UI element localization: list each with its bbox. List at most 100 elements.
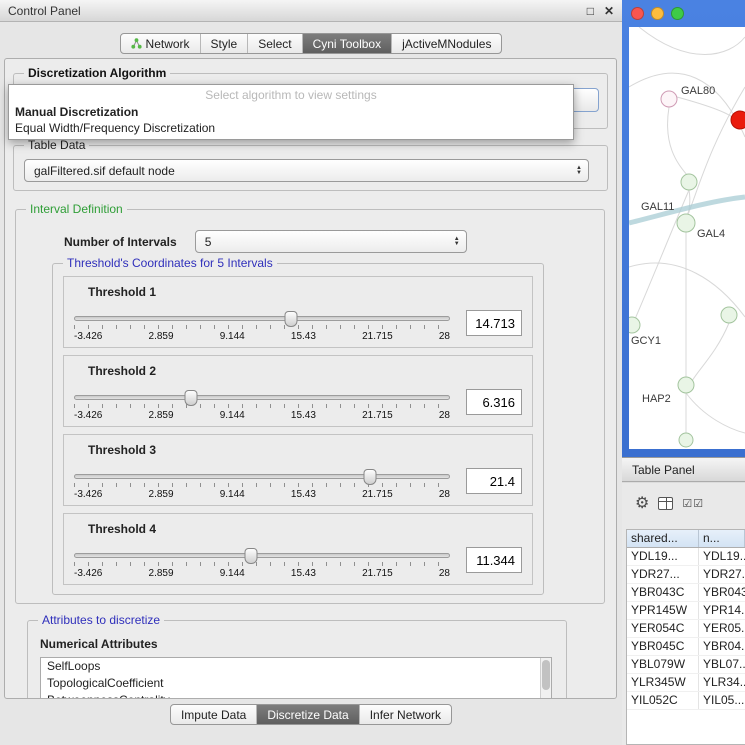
threshold-3-slider[interactable]: -3.4262.8599.14415.4321.71528 — [74, 467, 450, 500]
threshold-1-slider[interactable]: -3.4262.8599.14415.4321.71528 — [74, 309, 450, 342]
slider-ticks — [74, 483, 450, 487]
slider-thumb[interactable] — [364, 469, 377, 485]
tab-cyni-toolbox[interactable]: Cyni Toolbox — [303, 34, 392, 53]
column-header-name[interactable]: n... — [699, 530, 745, 547]
window-controls — [631, 7, 684, 20]
cell: YIL052C — [627, 692, 699, 709]
node-gcy1[interactable] — [629, 317, 640, 333]
list-item[interactable]: BetweennessCentrality — [41, 692, 551, 699]
cell: YBR045C — [627, 638, 699, 655]
scale-label: 21.715 — [362, 489, 393, 500]
window-close-button[interactable] — [631, 7, 644, 20]
table-row[interactable]: YBR045CYBR04... — [627, 638, 745, 656]
attributes-list[interactable]: SelfLoops TopologicalCoefficient Between… — [40, 657, 552, 699]
threshold-3-panel: Threshold 3 -3.4262.8599.14415.4321.7152… — [63, 434, 533, 506]
tab-infer-network[interactable]: Infer Network — [360, 705, 451, 724]
network-canvas[interactable]: GAL80 GAL11 GAL4 GCY1 HAP2 — [629, 27, 745, 449]
slider-track[interactable] — [74, 316, 450, 321]
bottom-tab-bar: Impute Data Discretize Data Infer Networ… — [0, 704, 622, 725]
tab-label: Style — [211, 37, 238, 51]
table-data-combobox[interactable]: galFiltered.sif default node ▲▼ — [24, 159, 589, 182]
network-window: GAL80 GAL11 GAL4 GCY1 HAP2 — [622, 0, 745, 457]
close-panel-button[interactable]: ✕ — [604, 4, 614, 18]
table-row[interactable]: YBL079WYBL07... — [627, 656, 745, 674]
tab-style[interactable]: Style — [201, 34, 249, 53]
table-data-group: Table Data galFiltered.sif default node … — [13, 145, 608, 191]
node-unlabeled[interactable] — [721, 307, 737, 323]
tab-impute-data[interactable]: Impute Data — [171, 705, 257, 724]
dropdown-option-equal-width-frequency[interactable]: Equal Width/Frequency Discretization — [9, 120, 573, 136]
slider-track[interactable] — [74, 474, 450, 479]
slider-track[interactable] — [74, 553, 450, 558]
column-header-shared-name[interactable]: shared... — [627, 530, 699, 547]
cell: YER05... — [699, 620, 745, 637]
table-row[interactable]: YIL052CYIL05... — [627, 692, 745, 710]
cell: YPR145W — [627, 602, 699, 619]
group-label: Discretization Algorithm — [24, 66, 170, 80]
cell: YDR27... — [627, 566, 699, 583]
node-gal80[interactable] — [661, 91, 677, 107]
cell: YIL05... — [699, 692, 745, 709]
vertical-scrollbar[interactable] — [540, 658, 551, 699]
table-row[interactable]: YPR145WYPR14... — [627, 602, 745, 620]
slider-thumb[interactable] — [244, 548, 257, 564]
threshold-3-value-input[interactable] — [466, 468, 522, 494]
node-hap2[interactable] — [678, 377, 694, 393]
window-minimize-button[interactable] — [651, 7, 664, 20]
group-label: Threshold's Coordinates for 5 Intervals — [63, 256, 277, 270]
cell: YER054C — [627, 620, 699, 637]
scale-label: 9.144 — [220, 410, 245, 421]
table-row[interactable]: YDR27...YDR27... — [627, 566, 745, 584]
combobox-value: galFiltered.sif default node — [34, 164, 576, 178]
tab-jactivemodules[interactable]: jActiveMNodules — [392, 34, 501, 53]
threshold-1-value-input[interactable] — [466, 310, 522, 336]
tab-label: Cyni Toolbox — [313, 37, 381, 51]
num-intervals-combobox[interactable]: 5 ▲▼ — [195, 230, 467, 253]
threshold-label: Threshold 4 — [88, 522, 524, 536]
tab-network[interactable]: Network — [121, 34, 201, 53]
threshold-2-slider[interactable]: -3.4262.8599.14415.4321.71528 — [74, 388, 450, 421]
threshold-4-value-input[interactable] — [466, 547, 522, 573]
slider-thumb[interactable] — [184, 390, 197, 406]
scrollbar-thumb[interactable] — [542, 660, 550, 690]
node-gal11[interactable] — [681, 174, 697, 190]
scale-label: 15.43 — [291, 331, 316, 342]
cell: YLR345W — [627, 674, 699, 691]
table-panel-title: Table Panel — [632, 463, 695, 477]
list-item[interactable]: SelfLoops — [41, 658, 551, 675]
attributes-group: Attributes to discretize Numerical Attri… — [27, 620, 567, 699]
scale-label: 15.43 — [291, 410, 316, 421]
slider-thumb[interactable] — [284, 311, 297, 327]
threshold-label: Threshold 2 — [88, 364, 524, 378]
table-row[interactable]: YER054CYER05... — [627, 620, 745, 638]
panel-title: Control Panel — [8, 4, 81, 18]
dropdown-option-manual-discretization[interactable]: Manual Discretization — [9, 104, 573, 120]
cyni-toolbox-panel: Discretization Algorithm Table Data galF… — [4, 58, 617, 699]
node-unlabeled[interactable] — [679, 433, 693, 447]
scale-label: 28 — [439, 489, 450, 500]
table-row[interactable]: YLR345WYLR34... — [627, 674, 745, 692]
window-zoom-button[interactable] — [671, 7, 684, 20]
threshold-4-panel: Threshold 4 -3.4262.8599.14415.4321.7152… — [63, 513, 533, 585]
float-window-button[interactable]: □ — [587, 4, 594, 18]
scale-label: 28 — [439, 568, 450, 579]
num-intervals-label: Number of Intervals — [64, 235, 177, 249]
table-row[interactable]: YBR043CYBR043... — [627, 584, 745, 602]
threshold-label: Threshold 1 — [88, 285, 524, 299]
threshold-2-value-input[interactable] — [466, 389, 522, 415]
tab-select[interactable]: Select — [248, 34, 302, 53]
columns-icon[interactable] — [658, 497, 673, 510]
table-row[interactable]: YDL19...YDL19... — [627, 548, 745, 566]
select-all-checkbox-icon[interactable]: ☑☑ — [682, 497, 704, 510]
gear-icon[interactable]: ⚙ — [635, 493, 649, 513]
node-selected-red[interactable] — [731, 111, 745, 129]
tab-label: jActiveMNodules — [402, 37, 491, 51]
table-toolbar: ⚙ ☑☑ — [622, 483, 745, 523]
list-item[interactable]: TopologicalCoefficient — [41, 675, 551, 692]
node-gal4[interactable] — [677, 214, 695, 232]
tab-discretize-data[interactable]: Discretize Data — [257, 705, 359, 724]
node-label: GAL11 — [641, 201, 674, 213]
chevron-updown-icon: ▲▼ — [576, 166, 582, 176]
slider-track[interactable] — [74, 395, 450, 400]
threshold-4-slider[interactable]: -3.4262.8599.14415.4321.71528 — [74, 546, 450, 579]
